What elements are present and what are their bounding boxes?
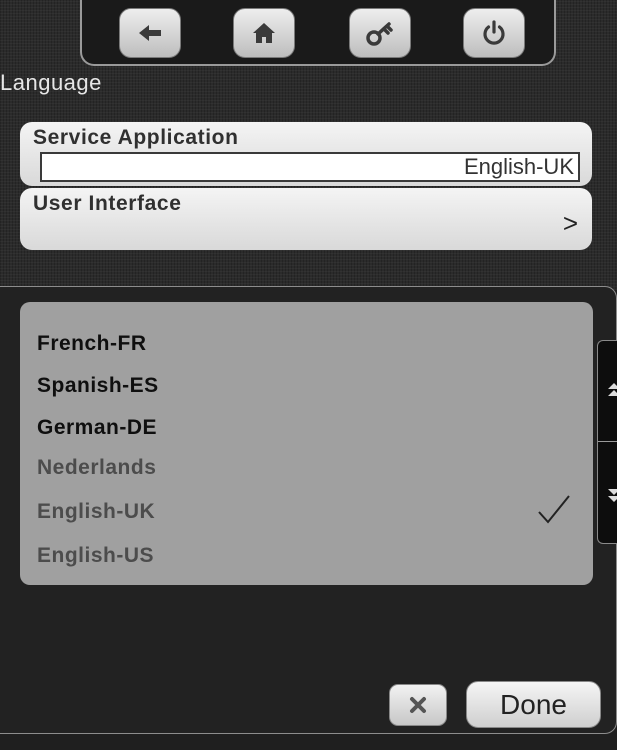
language-item-english-uk[interactable]: English-UK (37, 500, 155, 524)
top-toolbar (80, 0, 556, 66)
scrollbar-divider (598, 441, 617, 442)
language-item-english-us[interactable]: English-US (37, 544, 154, 568)
checkmark-icon (538, 495, 570, 524)
language-list: French-FR Spanish-ES German-DE Nederland… (20, 302, 593, 585)
power-icon (483, 20, 505, 45)
home-icon (253, 23, 275, 43)
language-item-spanish-es[interactable]: Spanish-ES (37, 374, 159, 398)
chevron-right-icon: > (562, 208, 578, 238)
done-button[interactable]: Done (466, 681, 601, 728)
language-item-nederlands[interactable]: Nederlands (37, 456, 156, 480)
key-icon (366, 22, 393, 46)
power-button[interactable] (463, 8, 525, 58)
cancel-button[interactable] (389, 684, 447, 726)
page-title: Language (0, 70, 102, 95)
service-application-card: Service Application English-UK (20, 122, 592, 186)
close-icon (410, 697, 426, 713)
user-interface-card[interactable]: User Interface > (20, 188, 592, 250)
back-arrow-icon (139, 25, 161, 41)
scroll-down-icon[interactable] (608, 486, 617, 504)
key-button[interactable] (349, 8, 411, 58)
user-interface-title: User Interface (33, 192, 182, 215)
service-application-title: Service Application (33, 126, 239, 149)
scroll-up-icon[interactable] (608, 381, 617, 399)
home-button[interactable] (233, 8, 295, 58)
language-item-french-fr[interactable]: French-FR (37, 332, 147, 356)
back-button[interactable] (119, 8, 181, 58)
scrollbar[interactable] (597, 340, 617, 544)
language-item-german-de[interactable]: German-DE (37, 416, 157, 440)
service-application-field[interactable]: English-UK (40, 152, 580, 182)
